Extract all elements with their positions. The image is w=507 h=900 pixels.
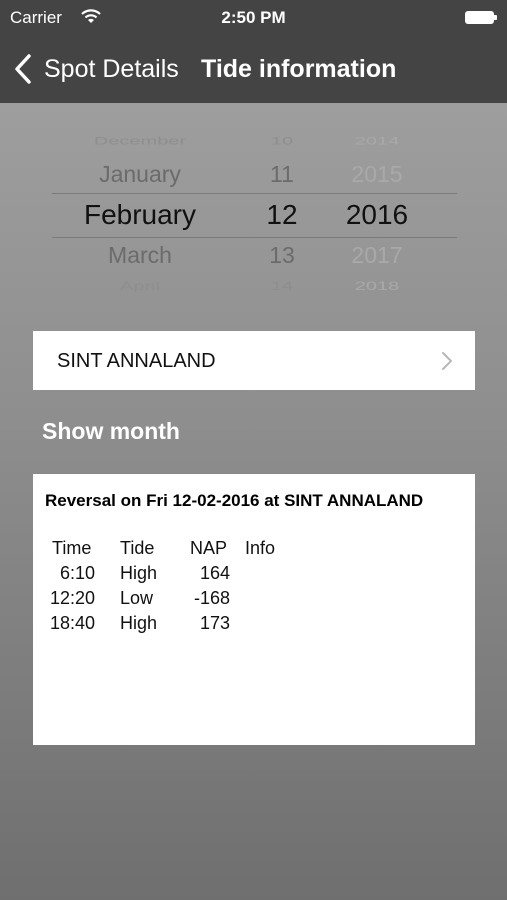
year-option-selected[interactable]: 2016 [327,199,427,231]
back-button-label: Spot Details [44,55,179,83]
day-column[interactable]: 10 11 12 13 14 [247,132,317,296]
year-option[interactable]: 2017 [327,242,427,269]
cell-time: 18:40 [49,613,95,633]
year-column[interactable]: 2014 2015 2016 2017 2018 [327,132,427,296]
battery-icon [465,11,497,24]
year-option[interactable]: 2018 [327,280,427,294]
page-title: Tide information [201,55,397,83]
tide-card-title: Reversal on Fri 12-02-2016 at SINT ANNAL… [45,491,424,510]
cell-nap: 164 [199,563,230,583]
day-option[interactable]: 11 [247,161,317,188]
location-label: SINT ANNALAND [57,350,216,372]
day-option[interactable]: 13 [247,242,317,269]
cell-nap: 173 [199,613,230,633]
clock: 2:50 PM [221,8,286,27]
date-picker[interactable]: December January February March April 10… [52,132,457,296]
month-option-selected[interactable]: February [52,199,228,231]
month-option[interactable]: April [52,280,228,294]
cell-nap: -168 [193,588,230,608]
header-time: Time [52,538,92,558]
month-option[interactable]: December [52,135,228,148]
location-selector[interactable]: SINT ANNALAND [33,331,475,390]
header-nap: NAP [190,538,228,558]
header-info: Info [245,538,276,558]
year-option[interactable]: 2015 [327,161,427,188]
navigation-bar: Carrier 2:50 PM Spot Details Tide inform… [0,0,507,103]
year-option[interactable]: 2014 [327,135,427,148]
show-month-button[interactable]: Show month [42,418,180,445]
month-option[interactable]: January [52,161,228,188]
month-column[interactable]: December January February March April [52,132,228,296]
cell-time: 12:20 [49,588,95,608]
header-tide: Tide [120,538,155,558]
cell-tide: High [120,613,158,633]
day-option-selected[interactable]: 12 [247,199,317,231]
tide-info-card: Reversal on Fri 12-02-2016 at SINT ANNAL… [33,474,475,745]
cell-tide: Low [120,588,154,608]
chevron-left-icon [15,54,31,84]
month-option[interactable]: March [52,242,228,269]
chevron-right-icon [442,352,452,370]
cell-time: 6:10 [59,563,95,583]
day-option[interactable]: 14 [247,280,317,294]
status-bar: Carrier 2:50 PM [0,0,507,38]
day-option[interactable]: 10 [247,135,317,148]
cell-tide: High [120,563,158,583]
